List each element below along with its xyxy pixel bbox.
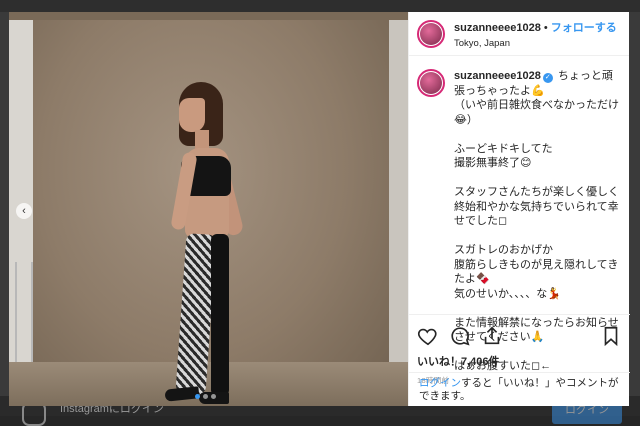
- carousel-dots: [195, 394, 216, 399]
- login-prompt: ログインすると「いいね！」やコメントができます。: [409, 372, 630, 406]
- post-photo: ‹: [9, 12, 408, 406]
- light-stand: [15, 262, 33, 362]
- studio-wall-right: [389, 12, 408, 406]
- post-header-text: suzanneeee1028 • フォローする Tokyo, Japan: [454, 18, 617, 49]
- backdrop-top-strip: [0, 0, 640, 12]
- post-header: suzanneeee1028 • フォローする Tokyo, Japan: [409, 12, 629, 56]
- carousel-dot: [203, 394, 208, 399]
- comment-icon[interactable]: [449, 325, 471, 347]
- follow-separator: •: [543, 22, 548, 34]
- bookmark-icon[interactable]: [600, 325, 622, 347]
- backdrop-roll: [9, 12, 408, 20]
- caption-username[interactable]: suzanneeee1028: [454, 70, 541, 82]
- action-icons: [417, 325, 622, 347]
- chevron-left-icon: ‹: [22, 205, 26, 217]
- carousel-dot: [211, 394, 216, 399]
- login-link[interactable]: ログイン: [419, 377, 461, 389]
- like-count[interactable]: いいね！7,406件: [417, 353, 622, 369]
- follow-button[interactable]: フォローする: [551, 22, 617, 34]
- model-face: [179, 98, 205, 132]
- header-username[interactable]: suzanneeee1028: [454, 22, 541, 34]
- post-modal: ‹ suzanneeee1028 • フォローする Tokyo, Japan suz…: [9, 12, 630, 406]
- verified-badge-icon: ✓: [542, 73, 553, 83]
- caption-avatar[interactable]: [417, 69, 445, 97]
- post-sidebar: suzanneeee1028 • フォローする Tokyo, Japan suzan…: [408, 12, 630, 406]
- caption-block: suzanneeee1028 ✓ ちょっと頑張っちゃったよ💪 （いや前日雑炊食べな…: [409, 57, 630, 372]
- model-figure: [159, 82, 269, 406]
- caption-text-wrap: suzanneeee1028 ✓ ちょっと頑張っちゃったよ💪 （いや前日雑炊食べな…: [454, 69, 622, 372]
- post-location[interactable]: Tokyo, Japan: [454, 38, 617, 49]
- share-icon[interactable]: [481, 325, 503, 347]
- carousel-dot: [195, 394, 200, 399]
- model-legging-panel: [211, 234, 229, 396]
- heart-icon[interactable]: [417, 325, 439, 347]
- carousel-prev-button[interactable]: ‹: [16, 203, 32, 219]
- avatar[interactable]: [417, 19, 445, 48]
